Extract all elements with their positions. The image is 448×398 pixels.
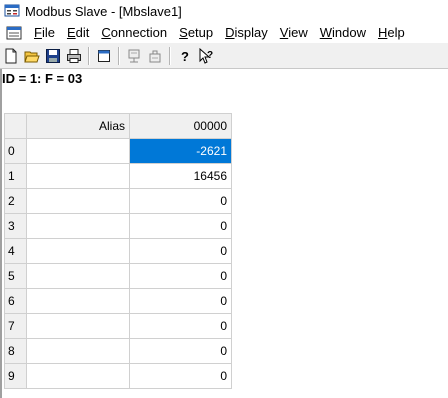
register-value-cell[interactable]: 0 [129,288,232,314]
menu-help-accel: H [377,25,388,40]
table-row: 5 0 [4,263,232,289]
row-header[interactable]: 3 [4,213,27,239]
row-header[interactable]: 1 [4,163,27,189]
menu-edit-label: dit [75,25,90,40]
register-value-cell[interactable]: 0 [129,263,232,289]
menu-window[interactable]: Window [314,25,372,40]
menu-edit-accel: E [66,25,76,40]
menu-file[interactable]: File [28,25,61,40]
new-icon[interactable] [1,46,21,66]
window-icon[interactable] [94,46,114,66]
grid-corner[interactable] [4,113,27,139]
menu-window-label: indow [332,25,366,40]
row-header[interactable]: 6 [4,288,27,314]
toolbar-separator [169,46,170,65]
window-title: Modbus Slave - [Mbslave1] [25,3,182,19]
menu-connection[interactable]: Connection [95,25,173,40]
table-row: 7 0 [4,313,232,339]
menu-view[interactable]: View [274,25,314,40]
alias-cell[interactable] [26,238,130,264]
menu-bar: File Edit Connection Setup Display View … [0,22,448,43]
print-icon[interactable] [64,46,84,66]
menu-view-label: iew [288,25,308,40]
alias-column-header[interactable]: Alias [26,113,130,139]
menu-display[interactable]: Display [219,25,274,40]
alias-cell[interactable] [26,338,130,364]
register-value-cell[interactable]: 0 [129,188,232,214]
register-grid: Alias 00000 0 -2621 1 16456 2 0 3 0 4 0 … [4,113,232,389]
menu-setup[interactable]: Setup [173,25,219,40]
row-header[interactable]: 5 [4,263,27,289]
table-row: 3 0 [4,213,232,239]
table-row: 2 0 [4,188,232,214]
alias-cell[interactable] [26,188,130,214]
table-row: 4 0 [4,238,232,264]
table-row: 0 -2621 [4,138,232,164]
menu-setup-accel: S [179,25,188,40]
row-header[interactable]: 8 [4,338,27,364]
title-bar[interactable]: Modbus Slave - [Mbslave1] [0,0,448,22]
grid-header-row: Alias 00000 [4,113,232,139]
alias-cell[interactable] [26,213,130,239]
address-column-header[interactable]: 00000 [129,113,232,139]
register-value-cell[interactable]: 0 [129,238,232,264]
alias-cell[interactable] [26,363,130,389]
toolbar-separator [88,46,89,65]
menu-setup-label: etup [187,25,214,40]
table-row: 8 0 [4,338,232,364]
menu-display-label: isplay [234,25,268,40]
connect-icon[interactable] [124,46,144,66]
save-icon[interactable] [43,46,63,66]
alias-cell[interactable] [26,288,130,314]
register-value-cell[interactable]: 0 [129,213,232,239]
menu-help-label: elp [387,25,405,40]
row-header[interactable]: 2 [4,188,27,214]
register-value-cell[interactable]: 0 [129,363,232,389]
svg-text:?: ? [207,50,213,61]
open-icon[interactable] [22,46,42,66]
help-icon[interactable]: ? [175,46,195,66]
register-value-cell-selected[interactable]: -2621 [129,138,232,164]
toolbar: ? ? [0,43,448,69]
row-header[interactable]: 7 [4,313,27,339]
alias-cell[interactable] [26,163,130,189]
info-panel: ID = 1: F = 03 [0,69,448,111]
alias-cell[interactable] [26,138,130,164]
table-row: 1 16456 [4,163,232,189]
row-header[interactable]: 4 [4,238,27,264]
alias-cell[interactable] [26,263,130,289]
menu-display-accel: D [225,25,235,40]
slave-id-function-label: ID = 1: F = 03 [2,71,83,86]
svg-text:?: ? [181,49,189,64]
alias-cell[interactable] [26,313,130,339]
register-value-cell[interactable]: 0 [129,338,232,364]
register-value-cell[interactable]: 16456 [129,163,232,189]
context-help-icon[interactable]: ? [196,46,216,66]
row-header[interactable]: 9 [4,363,27,389]
table-row: 6 0 [4,288,232,314]
menu-connection-label: onnection [110,25,168,40]
menu-view-accel: V [279,25,289,40]
document-system-menu-icon[interactable] [6,25,22,41]
app-icon[interactable] [4,3,20,19]
menu-help[interactable]: Help [372,25,411,40]
menu-file-accel: F [34,25,42,40]
table-row: 9 0 [4,363,232,389]
register-value-cell[interactable]: 0 [129,313,232,339]
mdi-frame-border [0,69,2,398]
menu-connection-accel: C [101,25,111,40]
toolbar-separator [118,46,119,65]
disconnect-icon[interactable] [145,46,165,66]
menu-window-accel: W [319,25,333,40]
menu-edit[interactable]: Edit [61,25,95,40]
row-header[interactable]: 0 [4,138,27,164]
menu-file-label: ile [41,25,55,40]
